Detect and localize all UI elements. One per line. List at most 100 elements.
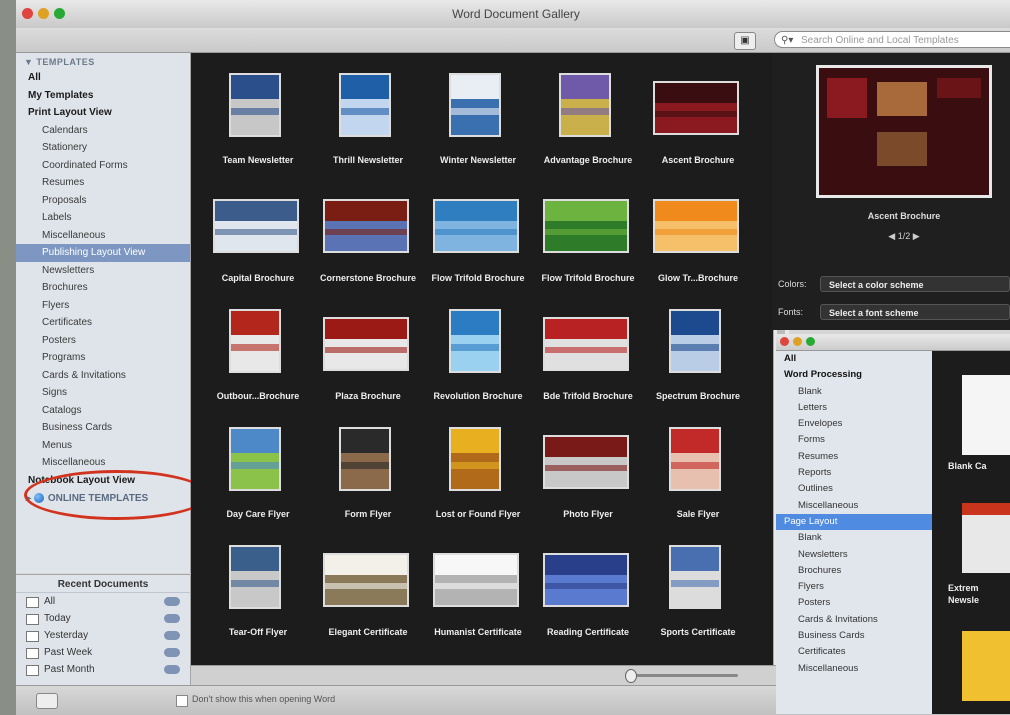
- next-page-icon[interactable]: ▶: [913, 231, 920, 241]
- template-thumbnail[interactable]: Photo Flyer: [533, 427, 643, 532]
- second-sidebar-item[interactable]: Letters: [776, 400, 932, 416]
- template-image-band: [325, 201, 407, 221]
- second-sidebar-item[interactable]: Miscellaneous: [776, 498, 932, 514]
- template-preview-image: [433, 553, 519, 607]
- template-thumbnail[interactable]: Day Care Flyer: [203, 427, 313, 532]
- second-sidebar-item[interactable]: Reports: [776, 465, 932, 481]
- template-thumbnail[interactable]: Cornerstone Brochure: [313, 191, 423, 296]
- sidebar-item[interactable]: Brochures: [16, 279, 190, 297]
- sidebar-item[interactable]: Proposals: [16, 192, 190, 210]
- sidebar-item[interactable]: Stationery: [16, 139, 190, 157]
- sidebar-item[interactable]: Menus: [16, 437, 190, 455]
- second-sidebar-item[interactable]: Certificates: [776, 644, 932, 660]
- template-image-band: [341, 75, 389, 99]
- sidebar-item[interactable]: Certificates: [16, 314, 190, 332]
- zoom-slider[interactable]: [628, 674, 738, 677]
- template-thumbnail[interactable]: Tear-Off Flyer: [203, 545, 313, 650]
- count-badge: [164, 631, 180, 640]
- recent-item[interactable]: Past Week: [16, 644, 190, 661]
- templates-header[interactable]: ▼ TEMPLATES: [16, 53, 190, 69]
- template-thumbnail[interactable]: Humanist Certificate: [423, 545, 533, 650]
- second-sidebar-item[interactable]: Forms: [776, 432, 932, 448]
- search-field[interactable]: ⚲▾ Search Online and Local Templates: [774, 31, 1010, 48]
- newsletter-template-thumb[interactable]: [962, 503, 1010, 573]
- sidebar-item[interactable]: My Templates: [16, 87, 190, 105]
- template-thumbnail[interactable]: Winter Newsletter: [423, 73, 533, 178]
- second-sidebar-item[interactable]: Posters: [776, 595, 932, 611]
- second-sidebar-item[interactable]: Newsletters: [776, 547, 932, 563]
- template-image-band: [341, 462, 389, 470]
- template-thumbnail[interactable]: Plaza Brochure: [313, 309, 423, 414]
- template-thumbnail[interactable]: Bde Trifold Brochure: [533, 309, 643, 414]
- sidebar-item[interactable]: Coordinated Forms: [16, 157, 190, 175]
- view-toggle-button[interactable]: ▣: [734, 32, 756, 50]
- template-thumbnail[interactable]: Revolution Brochure: [423, 309, 533, 414]
- sidebar-toggle-button[interactable]: [36, 693, 58, 709]
- recent-item[interactable]: Today: [16, 610, 190, 627]
- second-sidebar-item[interactable]: Blank: [776, 384, 932, 400]
- second-sidebar-item[interactable]: Flyers: [776, 579, 932, 595]
- template-preview-image: [543, 553, 629, 607]
- sidebar-item[interactable]: Posters: [16, 332, 190, 350]
- sidebar-item[interactable]: Calendars: [16, 122, 190, 140]
- second-sidebar-item[interactable]: Blank: [776, 530, 932, 546]
- template-thumbnail[interactable]: Ascent Brochure: [643, 73, 753, 178]
- recent-item[interactable]: All: [16, 593, 190, 610]
- sidebar-item[interactable]: Catalogs: [16, 402, 190, 420]
- template-thumbnail[interactable]: Glow Tr...Brochure: [643, 191, 753, 296]
- sidebar-item[interactable]: Cards & Invitations: [16, 367, 190, 385]
- sidebar-item[interactable]: Miscellaneous: [16, 454, 190, 472]
- sidebar-item[interactable]: Newsletters: [16, 262, 190, 280]
- second-zoom-button[interactable]: [806, 337, 815, 346]
- template-thumbnail[interactable]: Sale Flyer: [643, 427, 753, 532]
- sidebar-item[interactable]: All: [16, 69, 190, 87]
- template-image-band: [545, 555, 627, 575]
- template-thumbnail[interactable]: Team Newsletter: [203, 73, 313, 178]
- sidebar-item[interactable]: Publishing Layout View: [16, 244, 190, 262]
- recent-item[interactable]: Yesterday: [16, 627, 190, 644]
- second-sidebar-item[interactable]: Cards & Invitations: [776, 612, 932, 628]
- template-thumbnail[interactable]: Capital Brochure: [203, 191, 313, 296]
- second-close-button[interactable]: [780, 337, 789, 346]
- sidebar-item[interactable]: Signs: [16, 384, 190, 402]
- recent-item[interactable]: Past Month: [16, 661, 190, 678]
- template-thumbnail[interactable]: Sports Certificate: [643, 545, 753, 650]
- template-thumbnail[interactable]: Spectrum Brochure: [643, 309, 753, 414]
- flyer-template-thumb[interactable]: [962, 631, 1010, 701]
- blank-template-thumb[interactable]: [962, 375, 1010, 455]
- second-sidebar-item[interactable]: Word Processing: [776, 367, 932, 383]
- template-thumbnail[interactable]: Reading Certificate: [533, 545, 643, 650]
- template-thumbnail[interactable]: Form Flyer: [313, 427, 423, 532]
- second-sidebar-item[interactable]: Page Layout: [776, 513, 932, 531]
- second-sidebar-item[interactable]: Outlines: [776, 481, 932, 497]
- second-sidebar-item[interactable]: All: [776, 351, 932, 367]
- zoom-slider-knob[interactable]: [625, 669, 637, 683]
- template-thumbnail[interactable]: Elegant Certificate: [313, 545, 423, 650]
- second-sidebar-item[interactable]: Envelopes: [776, 416, 932, 432]
- color-scheme-select[interactable]: Select a color scheme: [820, 276, 1010, 292]
- font-scheme-select[interactable]: Select a font scheme: [820, 304, 1010, 320]
- previous-page-icon[interactable]: ◀: [888, 231, 895, 241]
- template-thumbnail[interactable]: Flow Trifold Brochure: [533, 191, 643, 296]
- document-icon: [26, 614, 39, 625]
- sidebar-item[interactable]: Print Layout View: [16, 104, 190, 122]
- sidebar-item[interactable]: Resumes: [16, 174, 190, 192]
- second-minimize-button[interactable]: [793, 337, 802, 346]
- template-thumbnail[interactable]: Advantage Brochure: [533, 73, 643, 178]
- template-thumbnail[interactable]: Thrill Newsletter: [313, 73, 423, 178]
- sidebar-item[interactable]: Labels: [16, 209, 190, 227]
- sidebar-item[interactable]: Programs: [16, 349, 190, 367]
- template-thumbnail[interactable]: Flow Trifold Brochure: [423, 191, 533, 296]
- second-sidebar-item[interactable]: Resumes: [776, 449, 932, 465]
- second-sidebar-item[interactable]: Miscellaneous: [776, 661, 932, 677]
- sidebar-item[interactable]: Miscellaneous: [16, 227, 190, 245]
- toolbar: ▣ ⚲▾ Search Online and Local Templates: [16, 28, 1010, 53]
- sidebar-item[interactable]: Business Cards: [16, 419, 190, 437]
- second-sidebar-item[interactable]: Business Cards: [776, 628, 932, 644]
- second-sidebar-item[interactable]: Brochures: [776, 563, 932, 579]
- template-thumbnail[interactable]: Lost or Found Flyer: [423, 427, 533, 532]
- template-caption: Photo Flyer: [563, 509, 613, 519]
- dont-show-checkbox[interactable]: [176, 695, 188, 707]
- template-thumbnail[interactable]: Outbour...Brochure: [203, 309, 313, 414]
- sidebar-item[interactable]: Flyers: [16, 297, 190, 315]
